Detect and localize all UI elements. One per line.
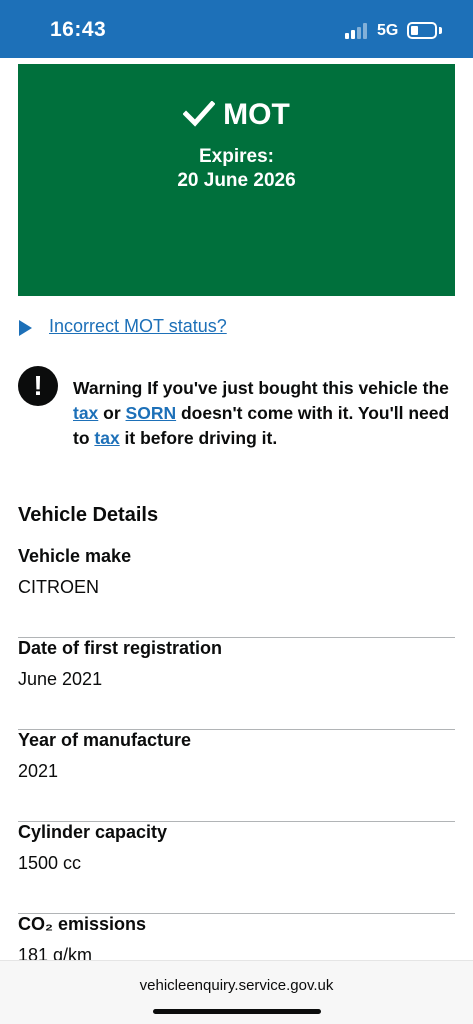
battery-tip	[439, 27, 442, 34]
detail-row-cylinder-capacity: Cylinder capacity 1500 cc	[18, 822, 455, 914]
detail-row-first-registration: Date of first registration June 2021	[18, 638, 455, 730]
detail-value: 181 g/km	[18, 945, 93, 960]
detail-row-vehicle-make: Vehicle make CITROEN	[18, 546, 455, 638]
battery-icon	[407, 22, 437, 39]
home-indicator[interactable]	[153, 1009, 321, 1014]
tax-link-2[interactable]: tax	[94, 428, 119, 448]
browser-address-bar[interactable]: vehicleenquiry.service.gov.uk	[0, 960, 473, 1024]
status-time: 16:43	[50, 18, 107, 41]
detail-key: Cylinder capacity	[18, 822, 168, 842]
mot-status-panel: MOT Expires: 20 June 2026	[18, 64, 455, 296]
page-content: MOT Expires: 20 June 2026 Incorrect MOT …	[0, 58, 473, 960]
incorrect-mot-status-link[interactable]: Incorrect MOT status?	[49, 316, 227, 337]
warning-icon: !	[18, 366, 58, 406]
warning-text-part: Warning If you've just bought this vehic…	[73, 378, 449, 398]
mot-expires-label: Expires:	[199, 146, 274, 167]
detail-row-co2-emissions: CO₂ emissions 181 g/km	[18, 914, 455, 960]
detail-value: CITROEN	[18, 577, 99, 597]
url-text[interactable]: vehicleenquiry.service.gov.uk	[0, 977, 473, 994]
detail-value: 1500 cc	[18, 853, 82, 873]
status-bar: 16:43 5G	[0, 0, 473, 58]
warning-text: Warning If you've just bought this vehic…	[73, 376, 463, 451]
signal-strength-icon	[345, 23, 369, 39]
warning-text-part: it before driving it.	[119, 428, 278, 448]
detail-key: Year of manufacture	[18, 730, 192, 750]
detail-row-year-of-manufacture: Year of manufacture 2021	[18, 730, 455, 822]
vehicle-details-heading: Vehicle Details	[18, 504, 159, 526]
mot-title-label: MOT	[223, 98, 290, 131]
mot-title: MOT	[18, 98, 455, 132]
network-type: 5G	[377, 22, 399, 39]
sorn-link[interactable]: SORN	[126, 403, 177, 423]
mot-expiry-date: 20 June 2026	[177, 170, 296, 191]
detail-value: 2021	[18, 761, 59, 781]
detail-value: June 2021	[18, 669, 103, 689]
warning-text-part: or	[98, 403, 126, 423]
checkmark-icon	[182, 100, 216, 127]
detail-key: CO₂ emissions	[18, 914, 147, 934]
tax-link[interactable]: tax	[73, 403, 98, 423]
disclosure-triangle-icon	[19, 320, 32, 336]
detail-key: Vehicle make	[18, 546, 132, 566]
detail-key: Date of first registration	[18, 638, 223, 658]
